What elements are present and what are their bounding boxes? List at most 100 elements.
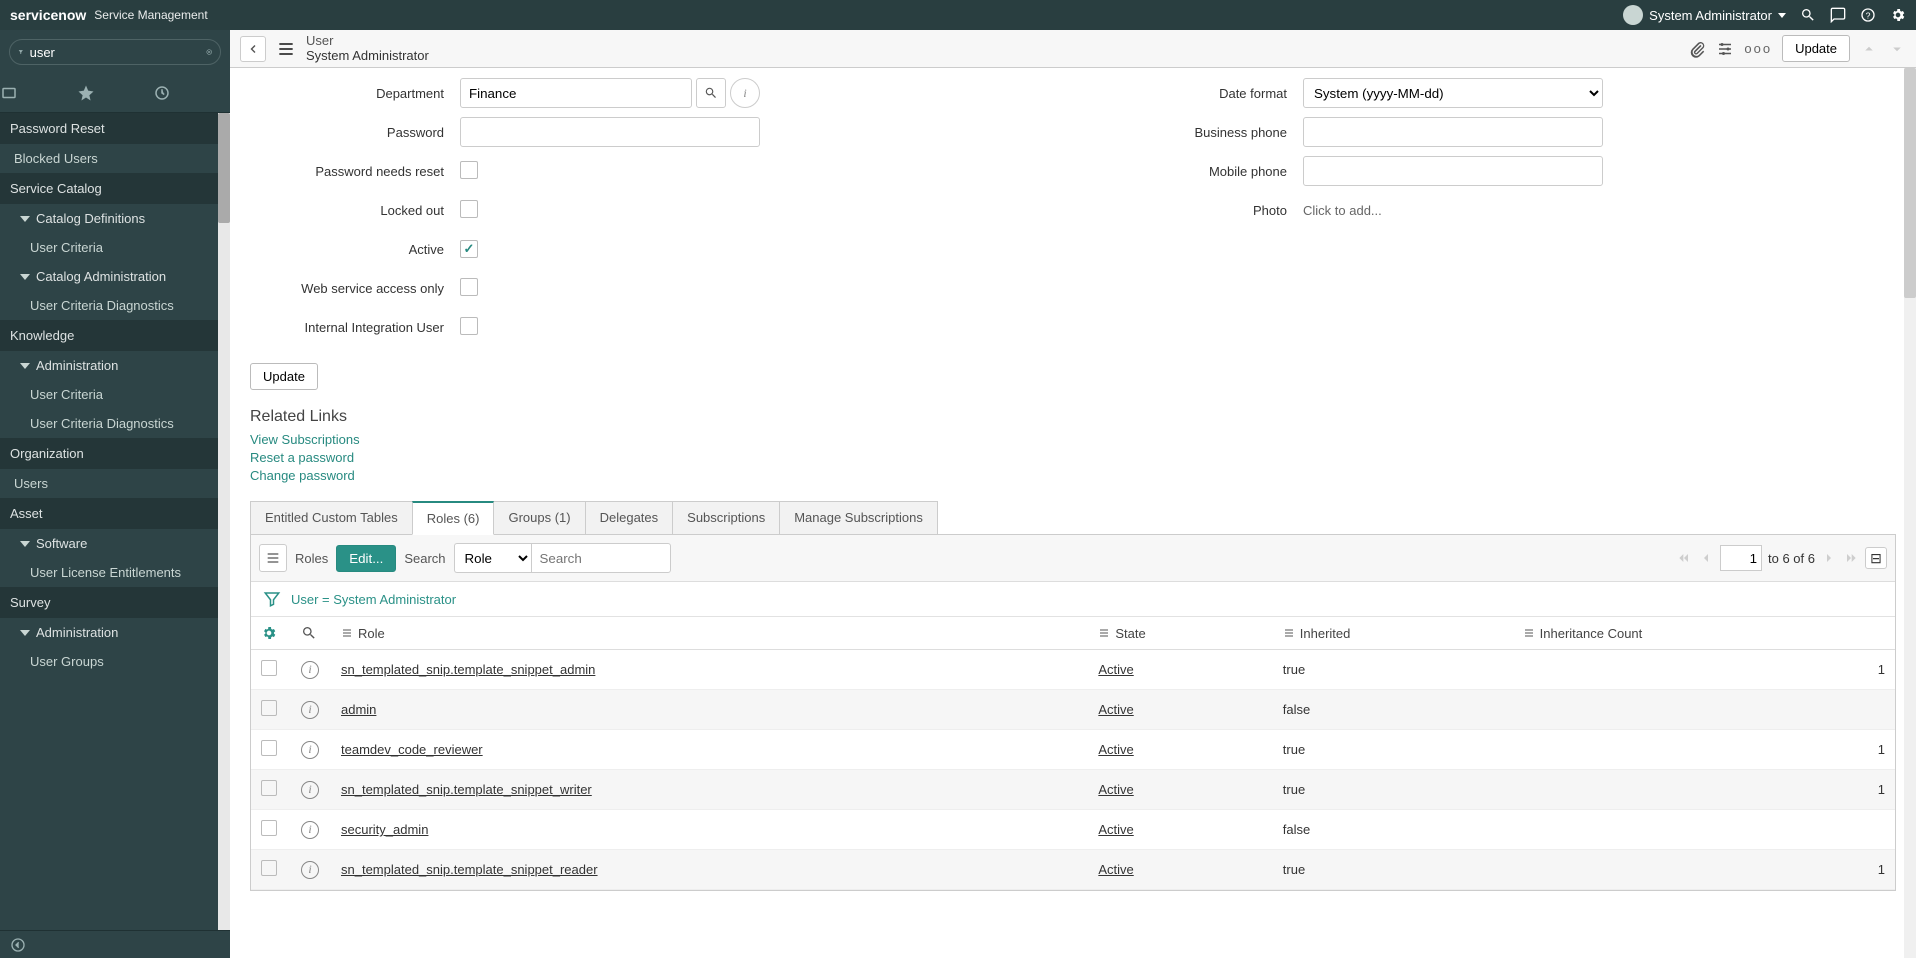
password-field[interactable] xyxy=(460,117,760,147)
business-phone-field[interactable] xyxy=(1303,117,1603,147)
row-checkbox[interactable] xyxy=(261,700,277,716)
nav-item-blocked-users[interactable]: Blocked Users xyxy=(0,144,230,173)
list-search-field-select[interactable]: Role xyxy=(454,543,531,573)
mobile-phone-field[interactable] xyxy=(1303,156,1603,186)
nav-item-service-catalog[interactable]: Service Catalog xyxy=(0,173,230,204)
nav-item-software[interactable]: Software xyxy=(0,529,230,558)
nav-item-users[interactable]: Users xyxy=(0,469,230,498)
row-info-icon[interactable]: i xyxy=(301,821,319,839)
role-link[interactable]: admin xyxy=(341,702,376,717)
list-menu-button[interactable] xyxy=(259,544,287,572)
col-state[interactable]: State xyxy=(1088,617,1272,650)
clear-filter-icon[interactable] xyxy=(206,44,212,60)
prev-record-icon[interactable] xyxy=(1860,40,1878,58)
nav-item-organization[interactable]: Organization xyxy=(0,438,230,469)
role-link[interactable]: sn_templated_snip.template_snippet_reade… xyxy=(341,862,598,877)
page-current-input[interactable] xyxy=(1720,545,1762,571)
search-icon[interactable] xyxy=(1800,7,1816,23)
photo-add-link[interactable]: Click to add... xyxy=(1303,203,1382,218)
state-text[interactable]: Active xyxy=(1098,822,1133,837)
nav-filter-input[interactable] xyxy=(24,45,206,60)
nav-item-catalog-administration[interactable]: Catalog Administration xyxy=(0,262,230,291)
form-menu-button[interactable] xyxy=(276,39,296,59)
row-info-icon[interactable]: i xyxy=(301,781,319,799)
breadcrumb-condition[interactable]: User = System Administrator xyxy=(291,592,456,607)
nav-item-user-criteria-diagnostics[interactable]: User Criteria Diagnostics xyxy=(0,409,230,438)
state-text[interactable]: Active xyxy=(1098,862,1133,877)
role-link[interactable]: security_admin xyxy=(341,822,428,837)
nav-item-administration[interactable]: Administration xyxy=(0,351,230,380)
list-search-input[interactable] xyxy=(531,543,671,573)
row-info-icon[interactable]: i xyxy=(301,861,319,879)
related-link-change-password[interactable]: Change password xyxy=(250,468,1896,483)
state-text[interactable]: Active xyxy=(1098,782,1133,797)
nav-tab-history[interactable] xyxy=(153,74,230,112)
nav-tab-all[interactable] xyxy=(0,74,77,112)
active-checkbox[interactable] xyxy=(460,240,478,258)
header-update-button[interactable]: Update xyxy=(1782,35,1850,62)
row-checkbox[interactable] xyxy=(261,740,277,756)
personalize-form-icon[interactable] xyxy=(1716,40,1734,58)
nav-tab-favorites[interactable] xyxy=(77,74,154,112)
page-last-icon[interactable] xyxy=(1843,550,1859,566)
department-field[interactable] xyxy=(460,78,692,108)
nav-item-knowledge[interactable]: Knowledge xyxy=(0,320,230,351)
help-icon[interactable]: ? xyxy=(1860,7,1876,23)
ws-access-checkbox[interactable] xyxy=(460,278,478,296)
list-edit-button[interactable]: Edit... xyxy=(336,545,396,572)
update-button[interactable]: Update xyxy=(250,363,318,390)
gear-icon[interactable] xyxy=(1890,7,1906,23)
nav-item-administration[interactable]: Administration xyxy=(0,618,230,647)
col-role[interactable]: Role xyxy=(331,617,1088,650)
nav-item-asset[interactable]: Asset xyxy=(0,498,230,529)
tab-delegates[interactable]: Delegates xyxy=(585,501,674,535)
department-lookup-button[interactable] xyxy=(696,78,726,108)
locked-out-checkbox[interactable] xyxy=(460,200,478,218)
row-info-icon[interactable]: i xyxy=(301,661,319,679)
col-inheritance-count[interactable]: Inheritance Count xyxy=(1513,617,1895,650)
funnel-icon[interactable] xyxy=(263,590,281,608)
page-next-icon[interactable] xyxy=(1821,550,1837,566)
row-info-icon[interactable]: i xyxy=(301,741,319,759)
date-format-select[interactable]: System (yyyy-MM-dd) xyxy=(1303,78,1603,108)
list-collapse-button[interactable]: ⊟ xyxy=(1865,547,1887,569)
role-link[interactable]: sn_templated_snip.template_snippet_write… xyxy=(341,782,592,797)
internal-integration-checkbox[interactable] xyxy=(460,317,478,335)
col-inherited[interactable]: Inherited xyxy=(1273,617,1513,650)
nav-item-user-criteria[interactable]: User Criteria xyxy=(0,233,230,262)
chat-icon[interactable] xyxy=(1830,7,1846,23)
nav-item-user-criteria-diagnostics[interactable]: User Criteria Diagnostics xyxy=(0,291,230,320)
nav-item-catalog-definitions[interactable]: Catalog Definitions xyxy=(0,204,230,233)
tab-groups-1-[interactable]: Groups (1) xyxy=(493,501,585,535)
attachment-icon[interactable] xyxy=(1688,40,1706,58)
search-column-icon[interactable] xyxy=(301,625,317,641)
back-button[interactable] xyxy=(240,36,266,62)
collapse-nav-icon[interactable] xyxy=(10,937,26,953)
page-first-icon[interactable] xyxy=(1676,550,1692,566)
next-record-icon[interactable] xyxy=(1888,40,1906,58)
sidebar-scrollbar[interactable] xyxy=(218,113,230,930)
tab-entitled-custom-tables[interactable]: Entitled Custom Tables xyxy=(250,501,413,535)
related-link-view-subscriptions[interactable]: View Subscriptions xyxy=(250,432,1896,447)
nav-item-user-groups[interactable]: User Groups xyxy=(0,647,230,676)
nav-tree[interactable]: Password ResetBlocked UsersService Catal… xyxy=(0,113,230,930)
row-checkbox[interactable] xyxy=(261,820,277,836)
page-prev-icon[interactable] xyxy=(1698,550,1714,566)
tab-subscriptions[interactable]: Subscriptions xyxy=(672,501,780,535)
state-text[interactable]: Active xyxy=(1098,702,1133,717)
row-checkbox[interactable] xyxy=(261,660,277,676)
needs-reset-checkbox[interactable] xyxy=(460,161,478,179)
state-text[interactable]: Active xyxy=(1098,662,1133,677)
role-link[interactable]: teamdev_code_reviewer xyxy=(341,742,483,757)
department-info-button[interactable]: i xyxy=(730,78,760,108)
tab-manage-subscriptions[interactable]: Manage Subscriptions xyxy=(779,501,938,535)
role-link[interactable]: sn_templated_snip.template_snippet_admin xyxy=(341,662,595,677)
tab-roles-6-[interactable]: Roles (6) xyxy=(412,501,495,535)
content-scrollbar[interactable] xyxy=(1904,68,1916,958)
personalize-list-icon[interactable] xyxy=(261,625,277,641)
user-menu[interactable]: System Administrator xyxy=(1623,5,1786,25)
nav-item-user-criteria[interactable]: User Criteria xyxy=(0,380,230,409)
row-info-icon[interactable]: i xyxy=(301,701,319,719)
nav-item-password-reset[interactable]: Password Reset xyxy=(0,113,230,144)
row-checkbox[interactable] xyxy=(261,780,277,796)
